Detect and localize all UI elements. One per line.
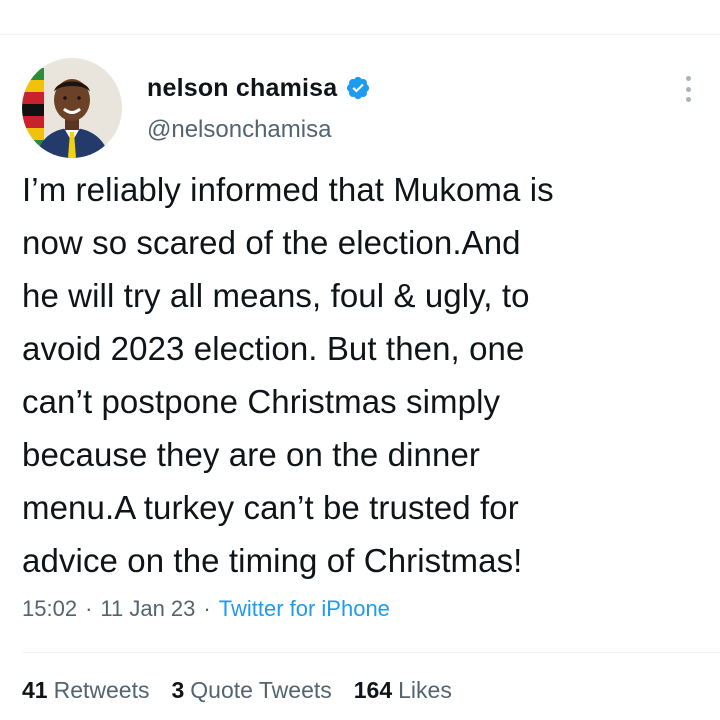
tweet-text: I’m reliably informed that Mukoma is now… xyxy=(22,171,554,579)
tweet-stats: 41 Retweets 3 Quote Tweets 164 Likes xyxy=(22,677,452,704)
tweet-header: nelson chamisa @nelsonchamisa xyxy=(22,58,698,158)
display-name[interactable]: nelson chamisa xyxy=(147,74,337,103)
top-bar xyxy=(0,0,720,35)
meta-separator: · xyxy=(203,596,211,621)
more-dot xyxy=(685,97,691,102)
meta-separator: · xyxy=(85,596,93,621)
more-dot xyxy=(685,86,691,92)
retweets-stat[interactable]: 41 Retweets xyxy=(22,677,149,704)
quotes-count: 3 xyxy=(171,677,185,703)
tweet-time[interactable]: 15:02 xyxy=(22,596,77,622)
stats-divider xyxy=(22,652,720,653)
avatar[interactable] xyxy=(22,58,122,158)
more-options-icon[interactable] xyxy=(678,72,698,106)
quotes-label: Quote Tweets xyxy=(190,677,332,703)
more-dot xyxy=(685,76,691,81)
tweet-date[interactable]: 11 Jan 23 xyxy=(100,596,195,622)
tweet-meta: 15:02 · 11 Jan 23 · Twitter for iPhone xyxy=(22,596,390,622)
likes-stat[interactable]: 164 Likes xyxy=(354,677,452,704)
tweet-source-link[interactable]: Twitter for iPhone xyxy=(219,596,390,622)
author-handle[interactable]: @nelsonchamisa xyxy=(147,116,371,144)
display-name-row: nelson chamisa xyxy=(147,72,371,104)
likes-label: Likes xyxy=(398,677,452,703)
likes-count: 164 xyxy=(353,677,393,703)
retweets-label: Retweets xyxy=(53,677,150,703)
retweets-count: 41 xyxy=(22,677,48,703)
tweet-page: nelson chamisa @nelsonchamisa I’m reliab… xyxy=(0,0,720,720)
quote-tweets-stat[interactable]: 3 Quote Tweets xyxy=(171,677,331,704)
author-info: nelson chamisa @nelsonchamisa xyxy=(147,72,371,144)
verified-badge-icon xyxy=(345,75,371,101)
